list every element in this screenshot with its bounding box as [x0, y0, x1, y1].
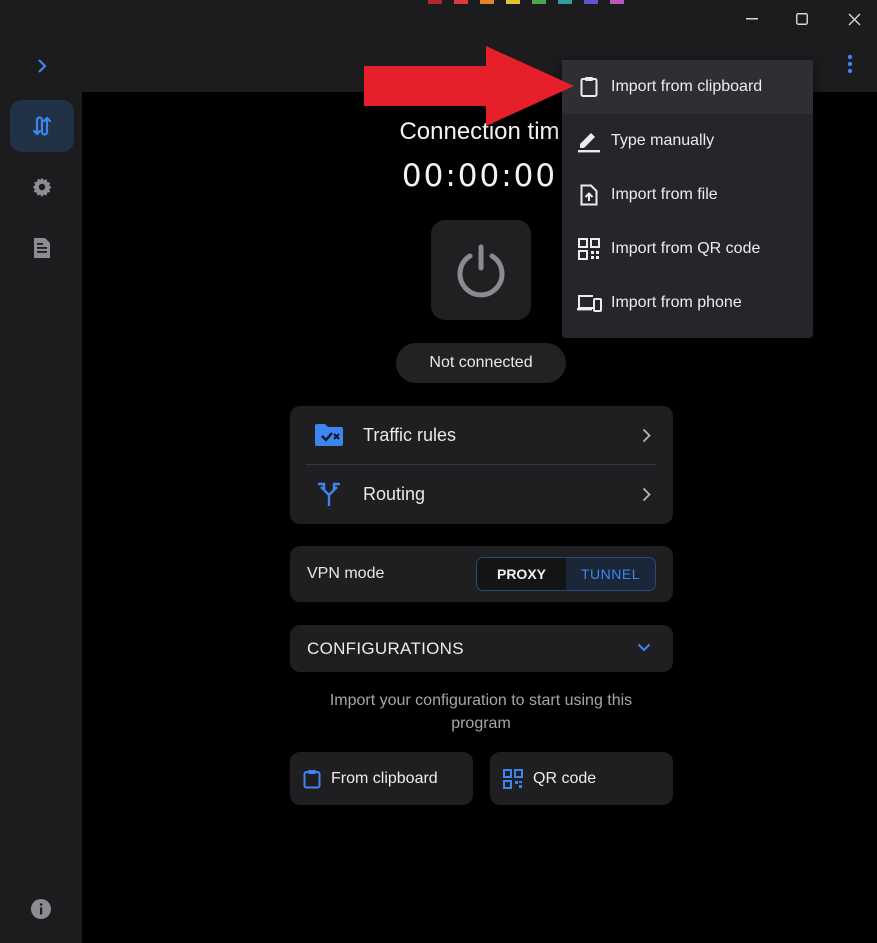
traffic-rules-label: Traffic rules [363, 424, 457, 445]
close-window-button[interactable] [834, 6, 874, 32]
maximize-icon [796, 13, 808, 25]
menu-item-import-qr[interactable]: Import from QR code [562, 222, 813, 276]
chevron-right-icon [642, 487, 651, 501]
menu-item-import-file[interactable]: Import from file [562, 168, 813, 222]
routing-icon [314, 479, 344, 509]
qr-code-icon [576, 236, 602, 262]
title-bar [0, 0, 877, 40]
sidebar-item-connection[interactable] [10, 100, 74, 152]
vpn-mode-label: VPN mode [307, 565, 385, 582]
settings-card: Traffic rules Routing [290, 406, 673, 524]
clipboard-icon [576, 74, 602, 100]
vpn-mode-toggle: PROXY TUNNEL [476, 557, 656, 591]
qr-code-button[interactable]: QR code [490, 752, 673, 805]
vpn-mode-card: VPN mode PROXY TUNNEL [290, 546, 673, 602]
qr-code-label: QR code [533, 769, 597, 787]
traffic-rules-row[interactable]: Traffic rules [290, 406, 673, 464]
from-clipboard-label: From clipboard [331, 769, 438, 787]
menu-item-label: Import from file [611, 186, 718, 203]
chevron-right-icon [642, 428, 651, 442]
tunnel-option[interactable]: TUNNEL [566, 558, 655, 590]
menu-item-type-manually[interactable]: Type manually [562, 114, 813, 168]
info-icon [31, 899, 51, 919]
annotation-arrow [364, 46, 574, 126]
import-menu: Import from clipboard Type manually Impo… [562, 60, 813, 338]
info-button[interactable] [30, 898, 52, 920]
more-vertical-icon [847, 54, 853, 74]
menu-item-label: Import from phone [611, 294, 742, 311]
menu-item-label: Import from clipboard [611, 78, 763, 95]
status-badge: Not connected [396, 343, 566, 383]
chevron-down-icon [637, 643, 651, 652]
qr-code-icon [503, 768, 523, 789]
routing-row[interactable]: Routing [290, 465, 673, 523]
menu-item-label: Import from QR code [611, 240, 761, 257]
clipboard-icon [303, 769, 321, 788]
proxy-option[interactable]: PROXY [477, 558, 566, 590]
chevron-right-icon [38, 59, 47, 73]
menu-item-import-clipboard[interactable]: Import from clipboard [562, 60, 813, 114]
power-icon [457, 244, 505, 298]
document-icon [34, 238, 50, 258]
menu-item-import-phone[interactable]: Import from phone [562, 276, 813, 330]
import-hint: Import your configuration to start using… [329, 692, 633, 732]
file-upload-icon [576, 182, 602, 208]
sidebar [0, 92, 82, 943]
gear-icon [32, 177, 52, 197]
more-options-button[interactable] [838, 50, 862, 78]
expand-sidebar-button[interactable] [28, 52, 56, 80]
minimize-icon [746, 18, 758, 20]
configurations-label: CONFIGURATIONS [307, 639, 464, 658]
minimize-button[interactable] [732, 6, 772, 32]
menu-item-label: Type manually [611, 132, 715, 149]
from-clipboard-button[interactable]: From clipboard [290, 752, 473, 805]
sidebar-item-logs[interactable] [10, 222, 74, 274]
pencil-icon [576, 128, 602, 154]
configurations-header[interactable]: CONFIGURATIONS [290, 625, 673, 672]
devices-icon [576, 290, 602, 316]
maximize-button[interactable] [782, 6, 822, 32]
sidebar-item-settings[interactable] [10, 161, 74, 213]
close-icon [848, 13, 860, 25]
connection-icon [32, 116, 52, 136]
routing-label: Routing [363, 483, 426, 504]
power-button[interactable] [431, 220, 531, 320]
folder-check-icon [314, 420, 344, 450]
